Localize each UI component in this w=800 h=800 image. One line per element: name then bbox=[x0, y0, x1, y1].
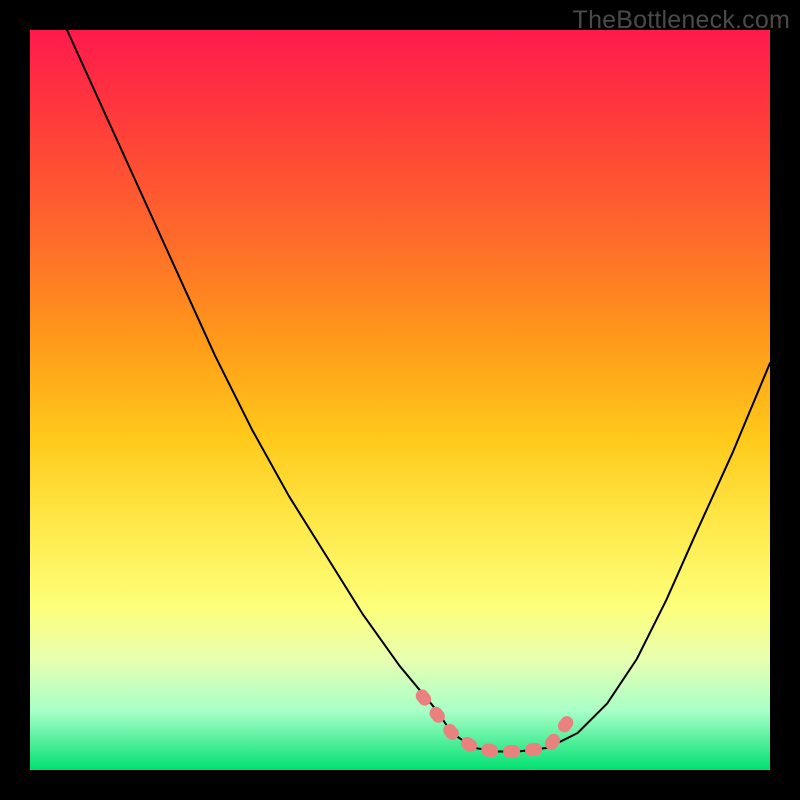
bottleneck-curve bbox=[67, 30, 770, 752]
plot-svg bbox=[30, 30, 770, 770]
flat-bottom-accent bbox=[422, 696, 570, 752]
